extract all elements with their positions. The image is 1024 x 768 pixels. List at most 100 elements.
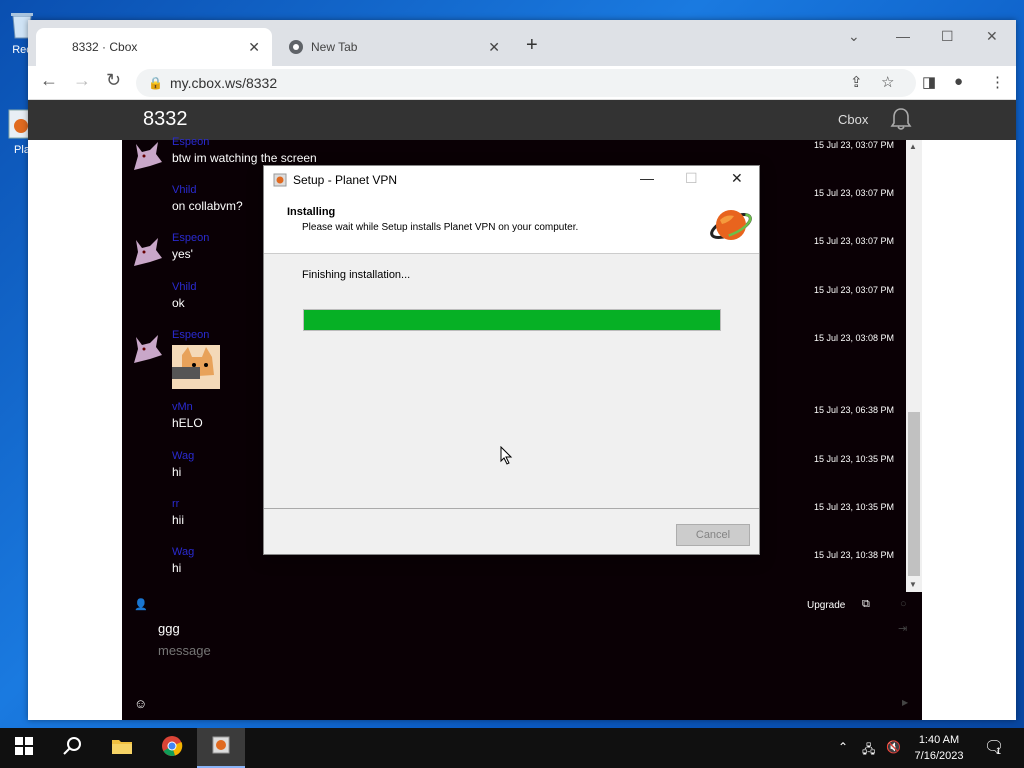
installer-icon: [211, 735, 231, 760]
page-favicon-icon: [48, 39, 64, 55]
forward-button[interactable]: →: [73, 70, 91, 91]
dialog-title: Setup - Planet VPN: [293, 173, 398, 187]
scroll-up-arrow-icon[interactable]: ▲: [909, 142, 917, 151]
planet-vpn-setup-taskbar-button[interactable]: [197, 728, 245, 768]
chat-timestamp: 15 Jul 23, 03:08 PM: [813, 333, 894, 343]
dialog-maximize-button[interactable]: ☐: [685, 170, 698, 187]
espeon-avatar: [128, 232, 168, 272]
reload-button[interactable]: ↻: [106, 70, 121, 91]
dialog-heading: Installing: [287, 206, 336, 218]
clock-time: 1:40 AM: [918, 734, 960, 746]
system-clock[interactable]: 1:40 AM 7/16/2023: [904, 732, 974, 764]
chat-timestamp: 15 Jul 23, 10:38 PM: [813, 550, 894, 560]
tab-strip: 8332 · Cbox ✕ New Tab ✕ + ⌄ — ☐ ✕: [28, 20, 1016, 66]
close-tab-icon[interactable]: ✕: [248, 39, 260, 56]
upgrade-link[interactable]: Upgrade: [807, 600, 845, 611]
installer-icon: [273, 173, 287, 187]
chat-scrollbar[interactable]: ▲ ▼: [906, 140, 922, 592]
dialog-close-button[interactable]: ✕: [731, 170, 743, 187]
windows-logo-icon: [15, 736, 33, 760]
lock-icon: 🔒: [148, 76, 163, 90]
dialog-header: Installing Please wait while Setup insta…: [264, 194, 759, 254]
chrome-taskbar-button[interactable]: [148, 728, 196, 768]
back-button[interactable]: ←: [40, 70, 58, 91]
side-panel-icon[interactable]: ◨: [922, 73, 936, 91]
chat-username[interactable]: Espeon: [172, 232, 209, 244]
maximize-button[interactable]: ☐: [941, 28, 954, 45]
install-status-text: Finishing installation...: [302, 269, 411, 281]
close-tab-icon[interactable]: ✕: [488, 39, 500, 56]
minimize-button[interactable]: —: [896, 28, 910, 44]
notification-count-badge: 1: [996, 746, 1002, 756]
chat-timestamp: 15 Jul 23, 03:07 PM: [813, 236, 894, 246]
share-icon[interactable]: ⇪: [850, 73, 863, 91]
chat-timestamp: 15 Jul 23, 03:07 PM: [813, 285, 894, 295]
chrome-icon: [161, 735, 183, 762]
dialog-minimize-button[interactable]: —: [640, 170, 654, 186]
status-circle-icon[interactable]: ○: [900, 598, 907, 610]
new-tab-button[interactable]: +: [526, 34, 538, 57]
tab-search-icon[interactable]: ⌄: [848, 28, 860, 45]
bookmark-star-icon[interactable]: ☆: [881, 73, 894, 91]
cbox-header: 8332 Cbox: [28, 100, 1016, 140]
chat-username[interactable]: Vhild: [172, 184, 196, 196]
network-icon[interactable]: 🖧: [862, 740, 875, 761]
message-input[interactable]: [158, 640, 858, 660]
chat-username[interactable]: Vhild: [172, 281, 196, 293]
search-icon: [62, 736, 82, 761]
progress-fill: [304, 310, 720, 330]
tab-cbox[interactable]: 8332 · Cbox ✕: [36, 28, 272, 66]
send-arrow-icon[interactable]: ▶: [902, 698, 908, 707]
chat-text: hi: [172, 465, 182, 479]
planet-vpn-logo-icon: [708, 202, 754, 248]
cancel-button[interactable]: Cancel: [676, 524, 750, 546]
profile-avatar-icon[interactable]: ●: [954, 73, 963, 90]
tab-new-tab[interactable]: New Tab ✕: [276, 28, 512, 66]
folder-icon: [111, 737, 133, 760]
url-text: my.cbox.ws/8332: [170, 75, 278, 91]
scroll-down-arrow-icon[interactable]: ▼: [909, 580, 917, 589]
notification-center-icon[interactable]: 🗨: [984, 737, 1004, 757]
chat-toolbar: 👤 Upgrade ⧉ ○: [122, 592, 922, 616]
emoji-smile-icon[interactable]: ☺: [134, 696, 147, 711]
taskbar: ⌃ 🖧 🔇 1:40 AM 7/16/2023 🗨 1: [0, 728, 1024, 768]
external-link-icon[interactable]: ⧉: [862, 598, 870, 611]
chat-username[interactable]: rr: [172, 498, 179, 510]
chat-text: ok: [172, 296, 185, 310]
close-window-button[interactable]: ✕: [986, 28, 998, 45]
chat-text: hELO: [172, 416, 203, 430]
dialog-title-bar: Setup - Planet VPN — ☐ ✕: [264, 166, 759, 194]
address-bar[interactable]: 🔒 my.cbox.ws/8332: [136, 69, 916, 97]
chat-username[interactable]: Wag: [172, 450, 194, 462]
chat-timestamp: 15 Jul 23, 10:35 PM: [813, 502, 894, 512]
scrollbar-thumb[interactable]: [908, 412, 920, 576]
page-title: 8332: [143, 108, 188, 130]
chrome-icon: [288, 39, 304, 55]
chat-username[interactable]: Wag: [172, 546, 194, 558]
chat-text: on collabvm?: [172, 199, 243, 213]
chat-timestamp: 15 Jul 23, 03:07 PM: [813, 140, 894, 150]
chat-timestamp: 15 Jul 23, 10:35 PM: [813, 454, 894, 464]
start-button[interactable]: [0, 728, 48, 768]
chat-text: btw im watching the screen: [172, 151, 317, 165]
cbox-brand-link[interactable]: Cbox: [838, 112, 868, 127]
tab-title: New Tab: [311, 40, 358, 54]
chat-username[interactable]: Espeon: [172, 136, 209, 148]
mouse-cursor-icon: [500, 445, 514, 466]
file-explorer-button[interactable]: [98, 728, 146, 768]
chat-username[interactable]: vMn: [172, 401, 193, 413]
search-button[interactable]: [48, 728, 96, 768]
chat-username[interactable]: Espeon: [172, 329, 209, 341]
bell-icon[interactable]: [890, 107, 912, 137]
chat-text: hi: [172, 561, 182, 575]
show-hidden-icons-chevron-icon[interactable]: ⌃: [838, 740, 848, 754]
chat-timestamp: 15 Jul 23, 06:38 PM: [813, 405, 894, 415]
chat-timestamp: 15 Jul 23, 03:07 PM: [813, 188, 894, 198]
login-icon[interactable]: ⇥: [898, 622, 907, 635]
setup-dialog: Setup - Planet VPN — ☐ ✕ Installing Plea…: [263, 165, 760, 555]
name-field[interactable]: [158, 618, 858, 638]
user-icon[interactable]: 👤: [134, 598, 148, 611]
more-menu-icon[interactable]: ⋮: [990, 73, 1005, 91]
volume-muted-icon[interactable]: 🔇: [886, 740, 901, 754]
browser-toolbar: ← → ↻ 🔒 my.cbox.ws/8332 ⇪ ☆ ◨ ● ⋮: [28, 66, 1016, 100]
